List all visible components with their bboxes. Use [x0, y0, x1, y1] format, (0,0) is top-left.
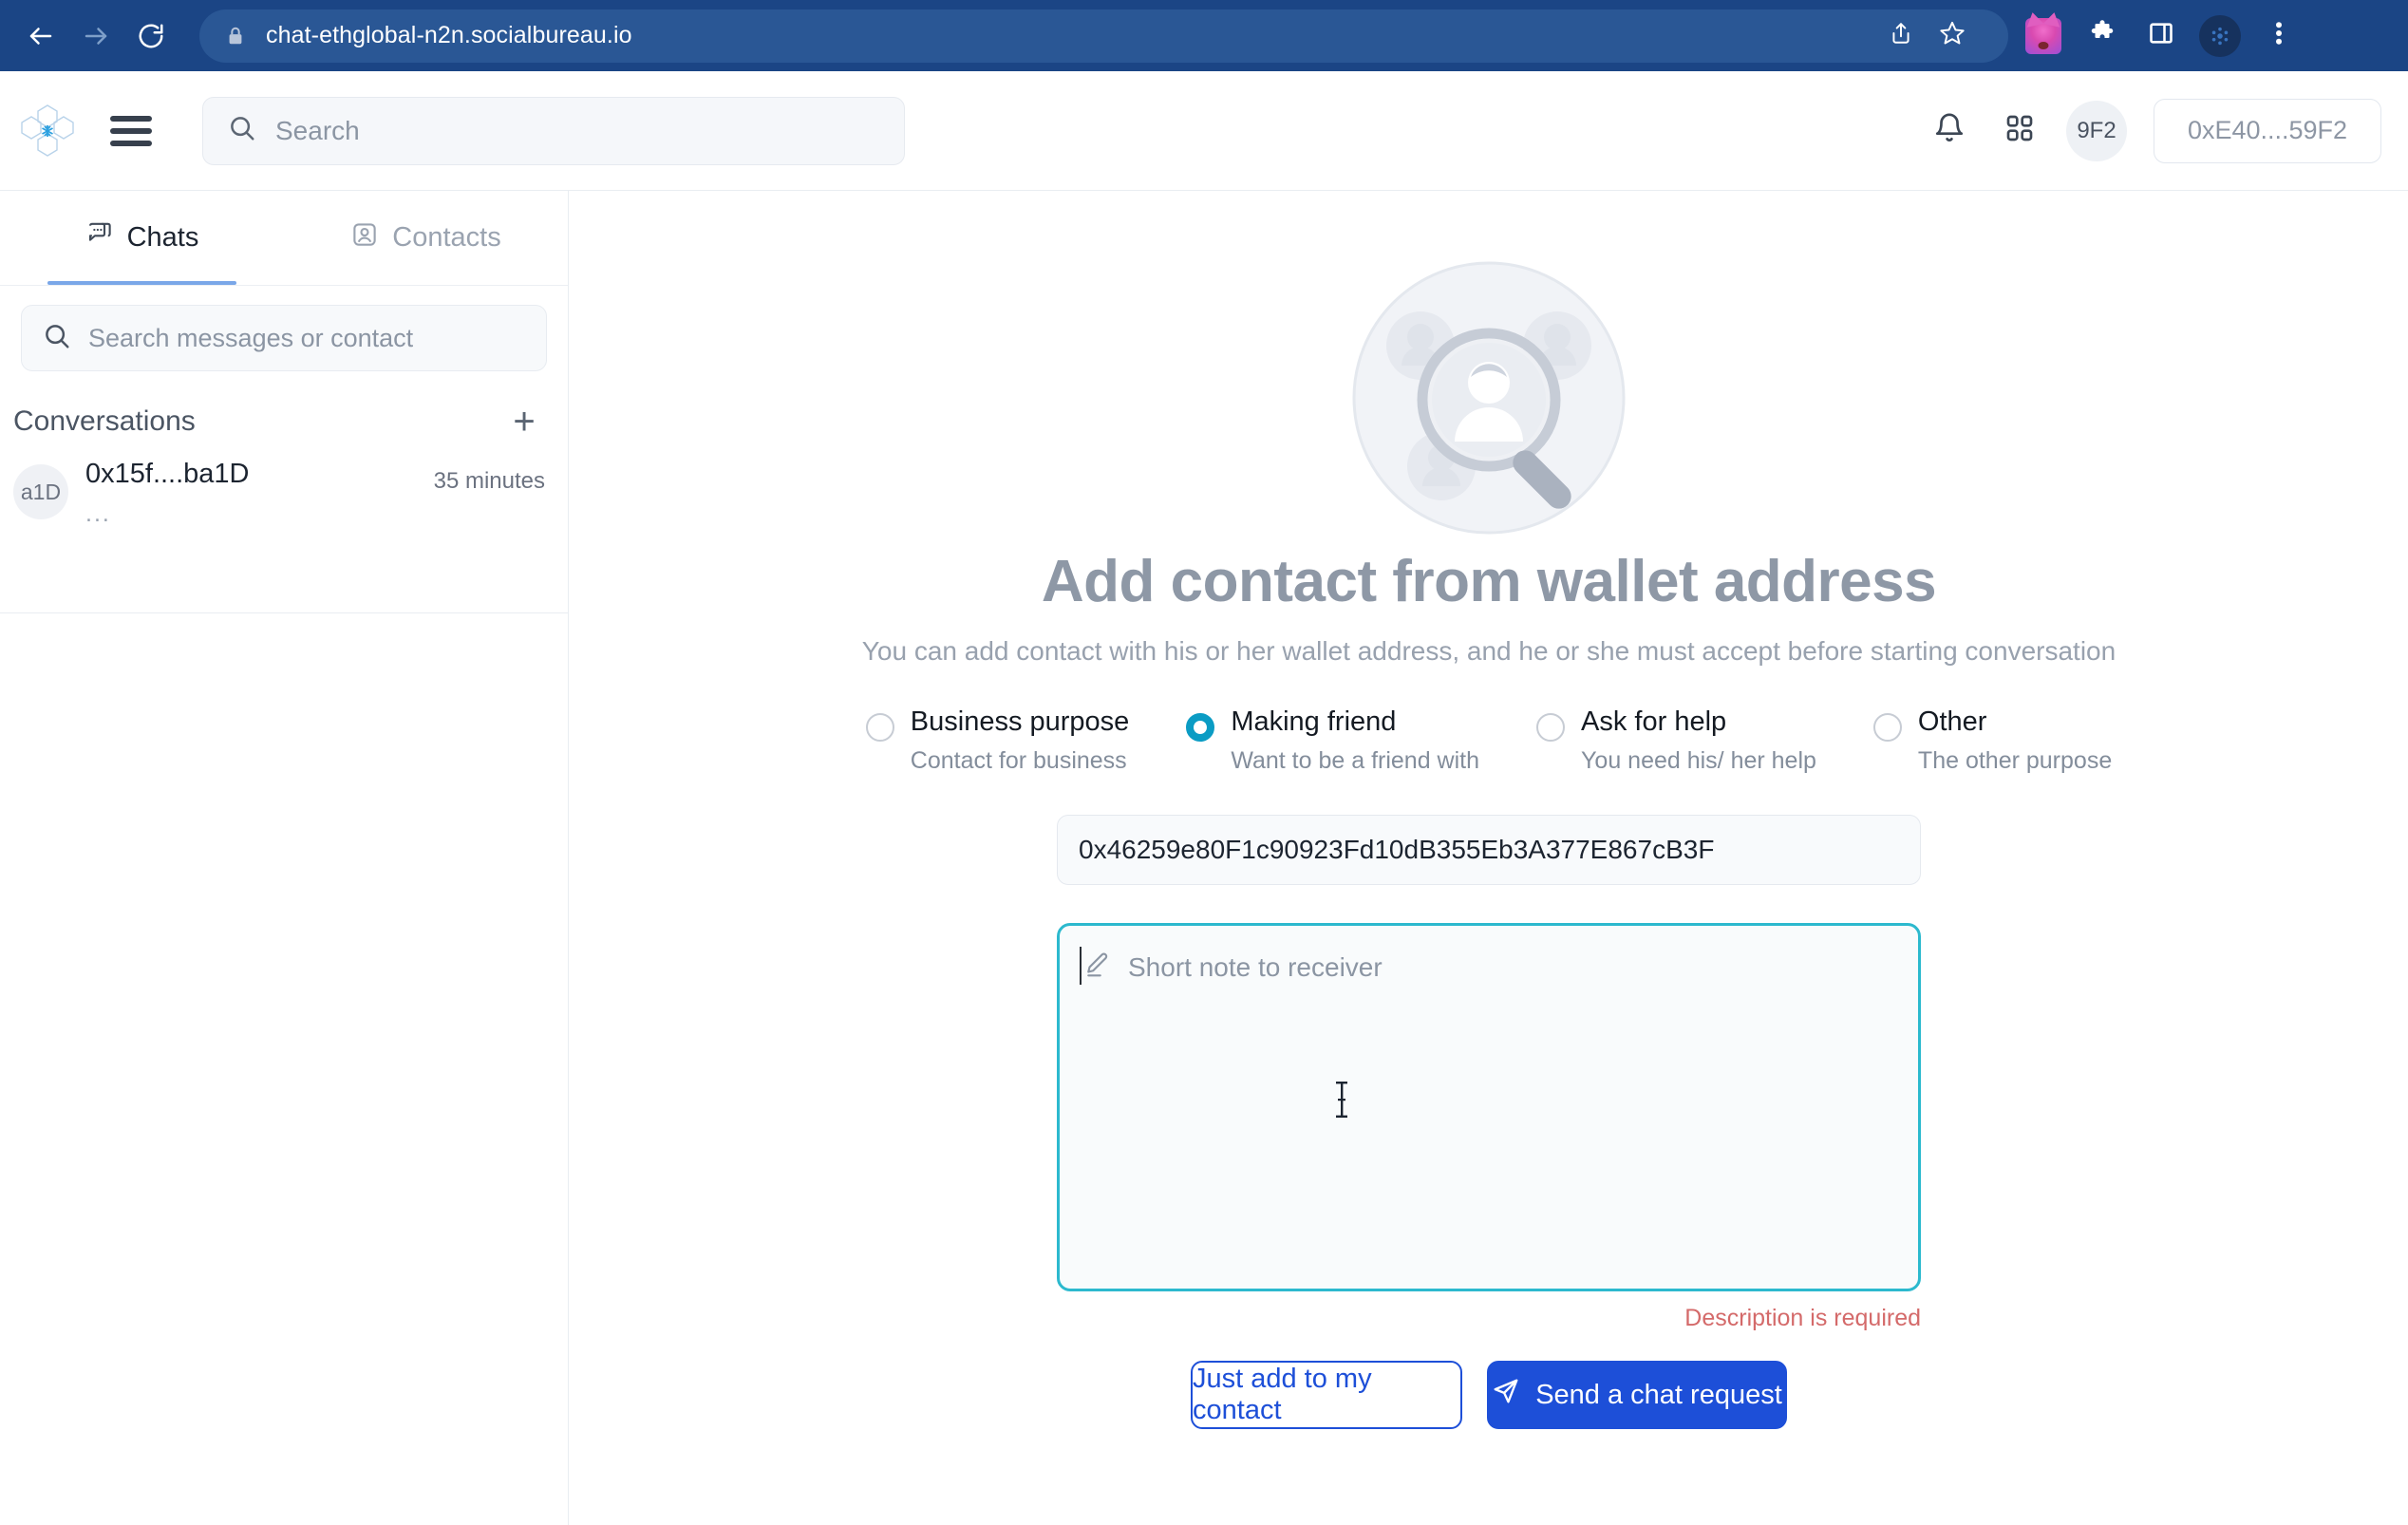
just-add-to-contact-button[interactable]: Just add to my contact — [1191, 1361, 1462, 1429]
global-search-input[interactable]: Search — [202, 96, 905, 165]
contact-search-illustration — [1346, 255, 1631, 540]
tab-contacts[interactable]: Contacts — [284, 191, 568, 285]
search-icon — [228, 114, 256, 147]
search-icon — [43, 322, 71, 355]
hamburger-menu-icon[interactable] — [110, 115, 152, 146]
radio-label: Other — [1917, 706, 1987, 737]
radio-indicator[interactable] — [1186, 713, 1215, 742]
purpose-radio-group: Business purpose Contact for business Ma… — [865, 705, 2112, 775]
wallet-address-button[interactable]: 0xE40....59F2 — [2154, 98, 2381, 163]
note-placeholder-row: Short note to receiver — [1082, 951, 1895, 984]
reload-button[interactable] — [123, 9, 179, 64]
notifications-bell-icon — [1933, 112, 1966, 149]
url-text: chat-ethglobal-n2n.socialbureau.io — [266, 22, 632, 48]
sidebar-search-placeholder: Search messages or contact — [88, 323, 414, 352]
radio-description: Want to be a friend with — [1231, 747, 1480, 774]
radio-indicator[interactable] — [865, 713, 894, 742]
browser-menu-button[interactable] — [2249, 7, 2308, 66]
browser-nav-buttons — [0, 9, 179, 64]
conversations-header: Conversations + — [0, 371, 568, 447]
reload-icon — [137, 22, 165, 50]
main-panel: Add contact from wallet address You can … — [570, 191, 2408, 1525]
extensions-button[interactable] — [2073, 7, 2132, 66]
pencil-edit-icon — [1082, 951, 1111, 984]
puzzle-piece-icon — [2088, 19, 2116, 52]
socialbureau-logo[interactable] — [21, 102, 74, 160]
address-bar[interactable]: chat-ethglobal-n2n.socialbureau.io — [199, 9, 2008, 63]
back-button[interactable] — [13, 9, 68, 64]
conversation-name: 0x15f....ba1D — [85, 459, 250, 489]
sidebar: Chats Contacts Search messages or contac… — [0, 191, 569, 1525]
radio-description: The other purpose — [1917, 747, 2113, 774]
send-chat-request-button[interactable]: Send a chat request — [1487, 1361, 1787, 1429]
radio-description: You need his/ her help — [1581, 747, 1816, 774]
profile-button[interactable] — [2191, 7, 2249, 66]
radio-indicator[interactable] — [1872, 713, 1902, 742]
global-search-placeholder: Search — [275, 115, 360, 145]
send-chat-request-label: Send a chat request — [1535, 1379, 1782, 1410]
radio-option-ask-for-help[interactable]: Ask for help You need his/ her help — [1536, 705, 1816, 775]
sidebar-search-input[interactable]: Search messages or contact — [21, 305, 547, 371]
note-placeholder: Short note to receiver — [1128, 951, 1383, 982]
apps-grid-icon — [2004, 113, 2035, 148]
contact-card-icon — [350, 220, 379, 256]
send-paper-plane-icon — [1492, 1377, 1520, 1413]
note-textarea[interactable]: Short note to receiver — [1057, 923, 1921, 1291]
radio-label: Business purpose — [910, 706, 1130, 737]
chat-bubbles-icon — [85, 220, 114, 256]
star-icon — [1939, 20, 1966, 51]
radio-label: Ask for help — [1581, 706, 1727, 737]
page-subtitle: You can add contact with his or her wall… — [861, 636, 2116, 666]
add-conversation-button[interactable]: + — [503, 403, 545, 441]
sidebar-search-wrapper: Search messages or contact — [0, 286, 568, 371]
browser-extensions-area — [2014, 7, 2308, 66]
app-header: Search 9F2 0xE40....59F2 — [0, 71, 2408, 191]
form-actions: Just add to my contact Send a chat reque… — [1191, 1361, 1787, 1429]
side-panel-icon — [2148, 20, 2174, 51]
radio-text: Making friend Want to be a friend with — [1231, 705, 1479, 775]
forward-arrow-icon — [82, 22, 110, 50]
text-caret — [1080, 947, 1082, 985]
error-message: Description is required — [1684, 1305, 1921, 1331]
bookmark-button[interactable] — [1927, 10, 1978, 62]
browser-toolbar: chat-ethglobal-n2n.socialbureau.io — [0, 0, 2408, 71]
metamask-extension-button[interactable] — [2014, 7, 2073, 66]
tab-contacts-label: Contacts — [392, 222, 501, 253]
metamask-fox-icon — [2025, 17, 2061, 54]
conversation-preview: ... — [85, 500, 111, 527]
profile-avatar-icon — [2199, 14, 2241, 57]
notifications-button[interactable] — [1914, 96, 1985, 166]
tab-chats[interactable]: Chats — [0, 191, 284, 285]
radio-indicator[interactable] — [1536, 713, 1566, 742]
share-icon — [1889, 21, 1913, 50]
conversation-timestamp: 35 minutes — [433, 468, 545, 494]
radio-description: Contact for business — [910, 747, 1127, 774]
radio-label: Making friend — [1231, 706, 1397, 737]
page-title: Add contact from wallet address — [1041, 549, 1937, 614]
apps-button[interactable] — [1985, 96, 2055, 166]
radio-text: Ask for help You need his/ her help — [1581, 705, 1816, 775]
radio-option-other[interactable]: Other The other purpose — [1872, 705, 2112, 775]
share-button[interactable] — [1875, 10, 1927, 62]
avatar: a1D — [13, 464, 68, 519]
omnibox-actions — [1875, 10, 1985, 62]
account-badge[interactable]: 9F2 — [2066, 100, 2127, 161]
radio-option-business-purpose[interactable]: Business purpose Contact for business — [865, 705, 1130, 775]
lock-icon — [222, 23, 249, 49]
three-dot-menu-icon — [2275, 19, 2283, 52]
radio-text: Business purpose Contact for business — [911, 705, 1130, 775]
conversation-text: 0x15f....ba1D ... — [85, 457, 250, 528]
app-header-actions: 9F2 0xE40....59F2 — [1914, 96, 2408, 166]
wallet-address-input[interactable]: 0x46259e80F1c90923Fd10dB355Eb3A377E867cB… — [1057, 815, 1921, 885]
sidebar-tabs: Chats Contacts — [0, 191, 568, 286]
back-arrow-icon — [27, 22, 55, 50]
tab-chats-label: Chats — [126, 222, 199, 253]
conversations-title: Conversations — [13, 405, 196, 437]
conversation-list-item[interactable]: a1D 0x15f....ba1D ... 35 minutes — [0, 447, 568, 528]
sidebar-divider — [0, 612, 568, 613]
forward-button[interactable] — [68, 9, 123, 64]
radio-text: Other The other purpose — [1918, 705, 2112, 775]
radio-option-making-friend[interactable]: Making friend Want to be a friend with — [1186, 705, 1479, 775]
side-panel-button[interactable] — [2132, 7, 2191, 66]
